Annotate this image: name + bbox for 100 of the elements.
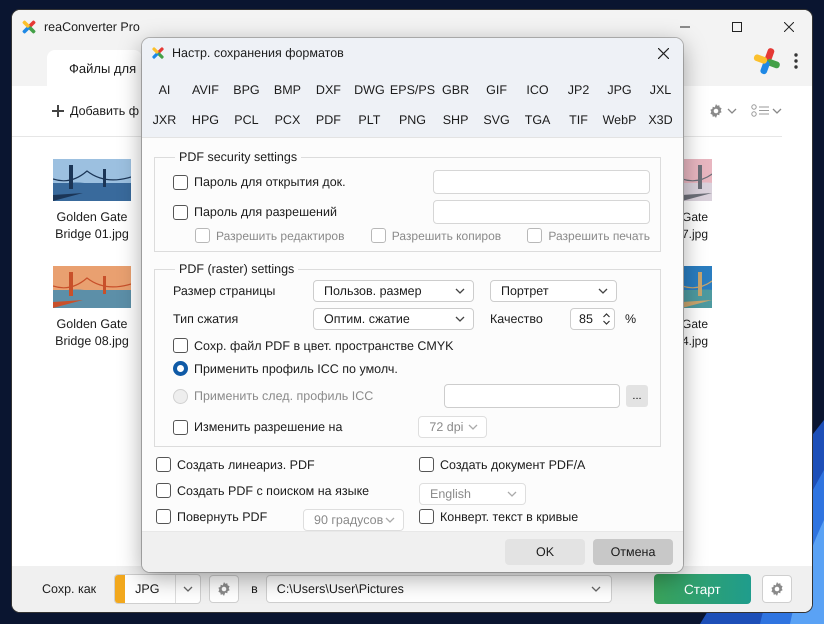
chevron-down-icon xyxy=(385,517,395,523)
save-as-label: Сохр. как xyxy=(42,582,96,596)
chevron-down-icon xyxy=(590,586,601,592)
checkbox[interactable] xyxy=(419,509,434,524)
ok-button[interactable]: OK xyxy=(505,539,585,565)
radio-label: Применить след. профиль ICC xyxy=(194,389,374,403)
format-tab[interactable]: WebP xyxy=(599,105,640,135)
chevron-down-icon xyxy=(507,491,517,497)
spinner-icon xyxy=(603,312,610,326)
format-settings-button[interactable] xyxy=(209,575,240,603)
chevron-down-icon xyxy=(455,316,465,322)
format-tab[interactable]: GBR xyxy=(435,75,476,105)
format-tab[interactable]: JXR xyxy=(144,105,185,135)
settings-icon xyxy=(708,103,724,119)
checkbox[interactable] xyxy=(156,483,171,498)
dialog-title: Настр. сохранения форматов xyxy=(172,46,344,60)
format-tab[interactable]: GIF xyxy=(476,75,518,105)
password-field[interactable] xyxy=(433,170,650,194)
maximize-icon xyxy=(732,22,742,32)
format-tab[interactable]: SHP xyxy=(435,105,476,135)
format-tab[interactable]: PLT xyxy=(348,105,390,135)
settings-menu[interactable] xyxy=(708,103,737,119)
more-icon[interactable] xyxy=(794,53,798,69)
chevron-down-icon xyxy=(455,288,465,294)
format-tab[interactable]: SVG xyxy=(476,105,518,135)
chevron-down-icon xyxy=(772,108,782,114)
app-logo-icon xyxy=(20,18,38,36)
checkbox-label: Создать PDF с поиском на языке xyxy=(177,484,370,498)
dropdown[interactable]: Оптим. сжатие xyxy=(313,308,474,330)
format-tab[interactable]: TGA xyxy=(517,105,558,135)
format-tab[interactable]: EPS/PS xyxy=(390,75,436,105)
quality-field[interactable]: 85 xyxy=(570,308,615,330)
dropdown[interactable]: Портрет xyxy=(490,280,617,302)
group-title: PDF (raster) settings xyxy=(178,262,296,276)
checkbox-label: Разрешить редактиров xyxy=(216,228,344,242)
file-name: Golden Gate Bridge 01.jpg xyxy=(54,209,130,243)
output-folder-dropdown[interactable]: C:\Users\User\Pictures xyxy=(266,575,612,603)
window-title: reaConverter Pro xyxy=(44,20,140,34)
app-logo-icon xyxy=(150,45,166,61)
quality-label: Качество xyxy=(490,312,544,326)
checkbox-label: Разрешить копиров xyxy=(392,228,502,242)
checkbox-label: Сохр. файл PDF в цвет. пространстве CMYK xyxy=(194,338,454,352)
format-tab[interactable]: BPG xyxy=(226,75,267,105)
checkbox[interactable] xyxy=(173,174,188,190)
compression-label: Тип сжатия xyxy=(173,312,240,326)
format-tab[interactable]: TIF xyxy=(558,105,600,135)
plus-icon xyxy=(52,105,64,117)
checkbox-label: Повернуть PDF xyxy=(177,510,268,524)
settings-button[interactable] xyxy=(762,575,792,603)
close-icon xyxy=(658,48,668,58)
format-tab[interactable]: DXF xyxy=(308,75,349,105)
view-menu[interactable] xyxy=(751,104,782,118)
cancel-button[interactable]: Отмена xyxy=(593,539,673,565)
format-tab[interactable]: AVIF xyxy=(184,75,226,105)
format-tab[interactable]: AI xyxy=(144,75,185,105)
format-tab[interactable]: PCX xyxy=(266,105,308,135)
checkbox[interactable] xyxy=(173,204,188,220)
chevron-down-icon xyxy=(468,424,478,430)
checkbox-label: Пароль для открытия док. xyxy=(194,175,346,189)
password-field[interactable] xyxy=(433,200,650,224)
percent-label: % xyxy=(624,312,638,326)
checkbox-label: Создать документ PDF/A xyxy=(440,458,586,472)
checkbox-label: Изменить разрешение на xyxy=(194,420,342,434)
radio-button[interactable] xyxy=(173,361,188,376)
format-tab[interactable]: PDF xyxy=(308,105,349,135)
format-tab[interactable]: DWG xyxy=(348,75,390,105)
format-tab[interactable]: ICO xyxy=(517,75,558,105)
format-tab[interactable]: JPG xyxy=(599,75,640,105)
checkbox[interactable] xyxy=(419,457,434,472)
chevron-down-icon xyxy=(183,586,194,592)
in-label: в xyxy=(251,582,258,596)
tab[interactable]: Файлы для xyxy=(47,50,142,86)
page-size-label: Размер страницы xyxy=(173,284,276,298)
format-tab[interactable]: X3D xyxy=(640,105,681,135)
chevron-down-icon xyxy=(727,108,737,114)
settings-icon xyxy=(216,581,232,597)
checkbox-label: Пароль для разрешений xyxy=(194,205,337,219)
format-tab[interactable]: BMP xyxy=(266,75,308,105)
browse-button[interactable]: ... xyxy=(626,385,648,407)
close-icon xyxy=(784,22,794,32)
checkbox[interactable] xyxy=(173,338,188,353)
format-tab[interactable]: JXL xyxy=(640,75,681,105)
radio-label: Применить профиль ICC по умолч. xyxy=(194,362,398,376)
chevron-down-icon xyxy=(598,288,608,294)
file-name: Golden Gate Bridge 08.jpg xyxy=(54,316,130,350)
logo-icon xyxy=(752,46,782,76)
settings-icon xyxy=(768,581,785,597)
format-tab[interactable]: HPG xyxy=(184,105,226,135)
add-files-button[interactable]: Добавить ф xyxy=(52,104,140,118)
checkbox[interactable] xyxy=(156,457,171,472)
checkbox[interactable] xyxy=(173,420,188,434)
checkbox[interactable] xyxy=(156,509,171,524)
icc-profile-field[interactable] xyxy=(444,384,620,408)
group-title: PDF security settings xyxy=(178,150,298,164)
format-dropdown[interactable]: JPG xyxy=(114,574,202,604)
format-tab[interactable]: JP2 xyxy=(558,75,600,105)
checkbox-label: Разрешить печать xyxy=(548,228,650,242)
format-tab[interactable]: PCL xyxy=(226,105,267,135)
dropdown[interactable]: Пользов. размер xyxy=(313,280,474,302)
format-tab[interactable]: PNG xyxy=(390,105,436,135)
